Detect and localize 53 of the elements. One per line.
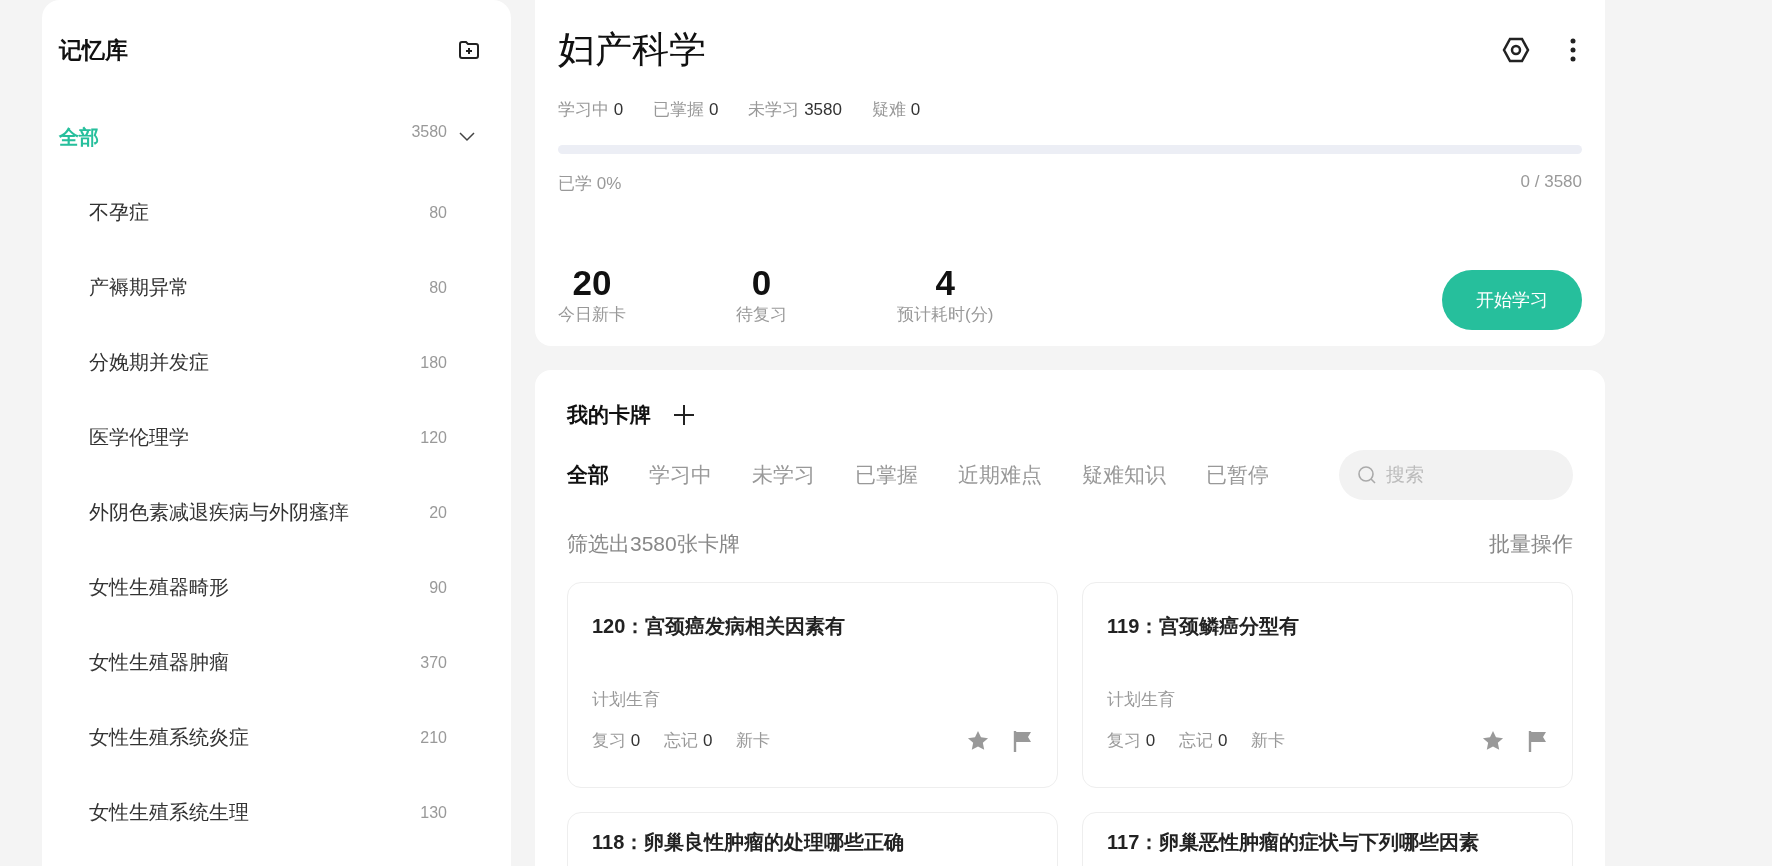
card-status: 新卡	[1251, 730, 1286, 752]
sidebar-item[interactable]: 女性生殖系统生理 130	[59, 775, 481, 850]
figure-value: 4	[935, 263, 955, 303]
forget-count: 忘记 0	[664, 730, 713, 752]
deck-title: 妇产科学	[558, 28, 706, 72]
flashcard[interactable]: 117：卵巢恶性肿瘤的症状与下列哪些因素	[1082, 812, 1573, 866]
stat-text: 学习中 0	[558, 99, 624, 121]
chevron-down-icon[interactable]	[459, 132, 475, 142]
card-title: 117：卵巢恶性肿瘤的症状与下列哪些因素	[1107, 830, 1481, 855]
flashcard[interactable]: 119：宫颈鳞癌分型有 计划生育 复习 0 忘记 0 新卡	[1082, 582, 1573, 788]
figure-label: 待复习	[736, 304, 787, 326]
card-title: 118：卵巢良性肿瘤的处理哪些正确	[592, 830, 906, 855]
figure-label: 预计耗时(分)	[897, 304, 994, 326]
card-title: 120：宫颈癌发病相关因素有	[592, 614, 847, 639]
search-icon	[1357, 465, 1377, 485]
stat-text: 已掌握 0	[653, 99, 719, 121]
add-icon[interactable]	[673, 404, 695, 426]
figure-value: 20	[572, 263, 612, 303]
sidebar-item[interactable]: 医学伦理学 120	[59, 400, 481, 475]
filter-result-text: 筛选出3580张卡牌	[567, 531, 740, 557]
star-icon[interactable]	[967, 730, 989, 751]
progress-reading: 0 / 3580	[1520, 172, 1582, 193]
stat-text: 疑难 0	[871, 99, 921, 121]
progress-label: 已学 0%	[558, 173, 622, 195]
section-title: 我的卡牌	[567, 402, 651, 428]
flashcard[interactable]: 118：卵巢良性肿瘤的处理哪些正确	[567, 812, 1058, 866]
more-icon[interactable]	[1570, 38, 1576, 62]
review-count: 复习 0	[592, 730, 641, 752]
card-tag: 计划生育	[1107, 688, 1548, 711]
sidebar-title: 记忆库	[59, 35, 128, 65]
sidebar-item[interactable]: 女性生殖系统炎症 210	[59, 700, 481, 775]
card-title: 119：宫颈鳞癌分型有	[1107, 614, 1301, 639]
sidebar-item[interactable]: 外阴色素减退疾病与外阴瘙痒 20	[59, 475, 481, 550]
sidebar-item[interactable]: 分娩期并发症 180	[59, 325, 481, 400]
forget-count: 忘记 0	[1179, 730, 1228, 752]
settings-icon[interactable]	[1502, 36, 1530, 64]
sidebar-item[interactable]: 女性生殖器肿瘤 370	[59, 625, 481, 700]
card-status: 新卡	[736, 730, 771, 752]
flashcard[interactable]: 120：宫颈癌发病相关因素有 计划生育 复习 0 忘记 0 新卡	[567, 582, 1058, 788]
flag-icon[interactable]	[1528, 729, 1548, 752]
flag-icon[interactable]	[1013, 729, 1033, 752]
card-tag: 计划生育	[592, 688, 1033, 711]
filter-tab[interactable]: 全部	[567, 461, 609, 489]
star-icon[interactable]	[1482, 730, 1504, 751]
review-count: 复习 0	[1107, 730, 1156, 752]
sidebar-item[interactable]: 女性生殖器畸形 90	[59, 550, 481, 625]
new-folder-icon[interactable]	[457, 38, 481, 62]
figure-value: 0	[751, 263, 772, 303]
sidebar-item[interactable]: 不孕症 80	[59, 175, 481, 250]
figure-label: 今日新卡	[558, 304, 626, 326]
batch-action-link[interactable]: 批量操作	[1489, 530, 1573, 558]
stat-text: 未学习 3580	[748, 99, 842, 121]
sidebar-item[interactable]: 产褥期异常 80	[59, 250, 481, 325]
